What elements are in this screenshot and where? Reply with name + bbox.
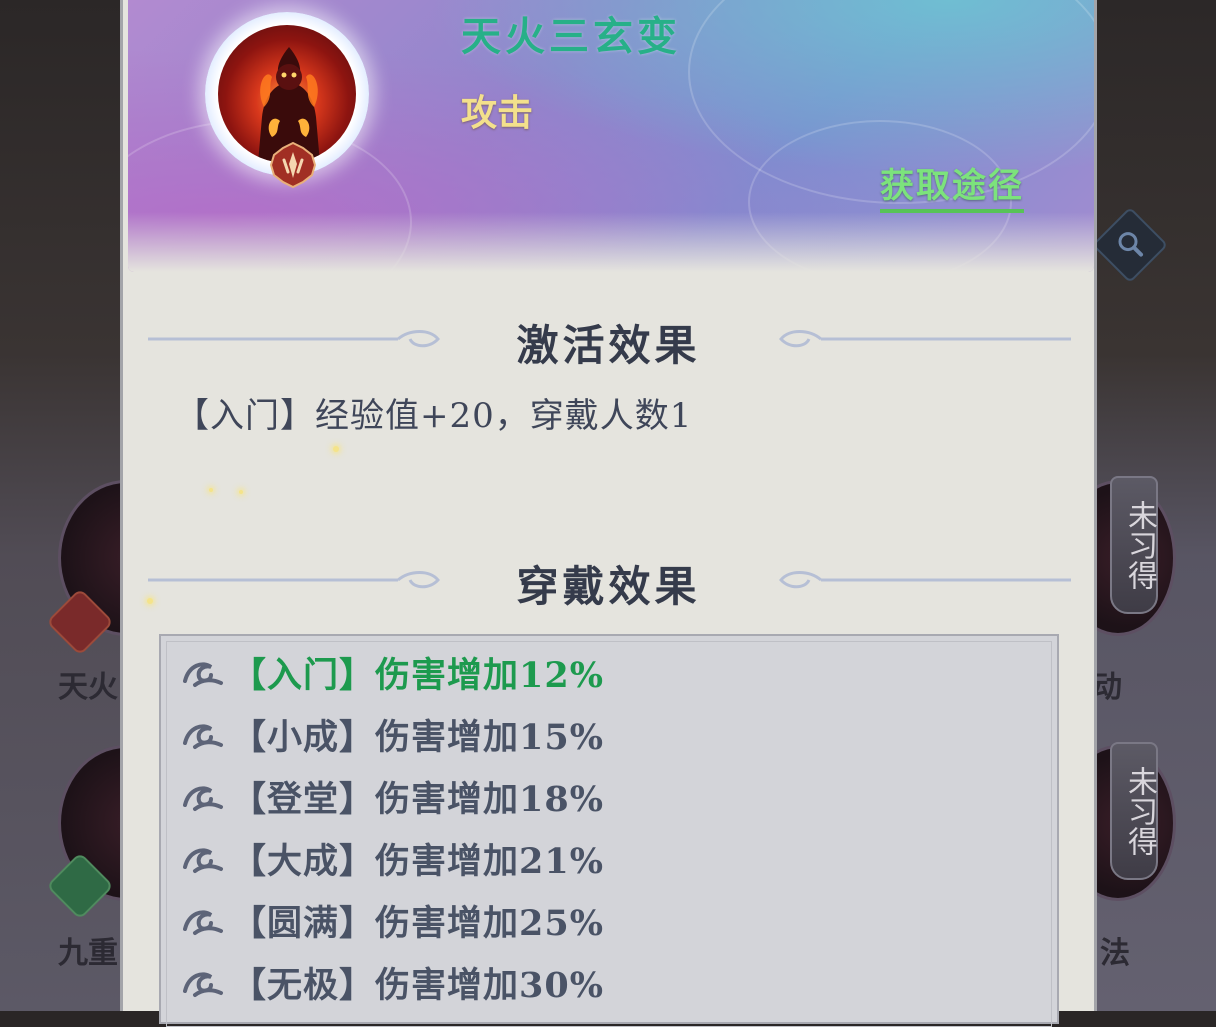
bg-not-learned-tag-2: 未习得 xyxy=(1110,742,1158,880)
wear-effect-text: 【小成】伤害增加15% xyxy=(231,716,604,758)
wear-effect-text: 【登堂】伤害增加18% xyxy=(231,778,604,820)
rank-badge-icon xyxy=(270,142,316,188)
sparkle-decoration xyxy=(209,488,213,492)
wear-effect-row: 【入门】伤害增加12% xyxy=(181,644,604,700)
cloud-bullet-icon xyxy=(183,724,223,749)
bg-skill-label-left-2: 九重 xyxy=(58,936,118,971)
wear-effect-text: 【圆满】伤害增加25% xyxy=(231,902,604,944)
wear-effect-row: 【小成】伤害增加15% xyxy=(181,706,604,762)
wear-effect-text: 【大成】伤害增加21% xyxy=(231,840,604,882)
wear-effect-row: 【登堂】伤害增加18% xyxy=(181,768,604,824)
section-divider-right xyxy=(779,571,1071,589)
wear-effect-row: 【圆满】伤害增加25% xyxy=(181,892,604,948)
sparkle-decoration xyxy=(239,490,243,494)
wear-effect-text: 【无极】伤害增加30% xyxy=(231,964,604,1006)
cloud-bullet-icon xyxy=(183,910,223,935)
cloud-bullet-icon xyxy=(183,972,223,997)
wear-effect-row: 【无极】伤害增加30% xyxy=(181,954,604,1010)
activation-effect-text: 【入门】经验值+20，穿戴人数1 xyxy=(175,396,693,436)
skill-detail-panel: 天火三玄变 攻击 获取途径 激活效果 【入门】经验值+20，穿戴人数1 穿戴效果… xyxy=(120,0,1097,1027)
wear-effect-row: 【大成】伤害增加21% xyxy=(181,830,604,886)
bg-not-learned-tag-1: 未习得 xyxy=(1110,476,1158,614)
skill-header: 天火三玄变 攻击 获取途径 xyxy=(128,0,1094,272)
cloud-bullet-icon xyxy=(183,786,223,811)
bg-skill-label-left-1: 天火 xyxy=(58,670,118,705)
wear-effects-list: 【入门】伤害增加12% 【小成】伤害增加15% 【登堂】伤害增加18% 【大成】… xyxy=(159,634,1059,1027)
acquire-method-link[interactable]: 获取途径 xyxy=(880,158,1024,213)
sparkle-decoration xyxy=(333,446,339,452)
skill-type: 攻击 xyxy=(461,92,534,134)
bg-skill-label-right-2: 法 xyxy=(1100,936,1130,971)
search-icon xyxy=(1118,232,1143,257)
skill-avatar-frame xyxy=(205,12,369,188)
cloud-bullet-icon xyxy=(183,662,223,687)
wear-effect-text: 【入门】伤害增加12% xyxy=(231,654,604,696)
skill-name: 天火三玄变 xyxy=(461,13,681,60)
cloud-bullet-icon xyxy=(183,848,223,873)
section-divider-right xyxy=(779,330,1071,348)
